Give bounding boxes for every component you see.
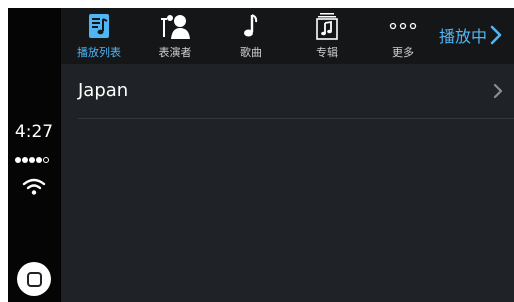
tab-playlists[interactable]: 播放列表 xyxy=(61,8,137,64)
clock-time: 4:27 xyxy=(14,122,54,142)
signal-dot xyxy=(15,157,21,163)
signal-dot xyxy=(29,157,35,163)
wifi-icon xyxy=(22,178,46,195)
tab-label: 更多 xyxy=(392,46,414,59)
status-rail: 4:27 xyxy=(8,8,60,302)
music-app: 播放列表 表演者 歌曲 专辑 更多 播放中 Japan xyxy=(61,8,514,302)
music-note-icon xyxy=(244,14,258,37)
signal-dot xyxy=(36,157,42,163)
list-item-label: Japan xyxy=(78,80,129,101)
signal-dot-empty xyxy=(43,157,49,163)
chevron-right-icon xyxy=(493,84,503,98)
list-divider xyxy=(78,118,514,119)
tab-bar: 播放列表 表演者 歌曲 专辑 更多 播放中 xyxy=(61,8,514,64)
now-playing-label: 播放中 xyxy=(439,27,488,46)
more-icon xyxy=(389,22,417,30)
list-item[interactable]: Japan xyxy=(61,64,514,118)
tab-songs[interactable]: 歌曲 xyxy=(213,8,289,64)
home-button[interactable] xyxy=(17,262,51,296)
signal-dot xyxy=(22,157,28,163)
playlist-icon xyxy=(89,14,109,38)
chevron-right-icon xyxy=(490,25,502,45)
carplay-screen: 4:27 播放列表 表演者 歌曲 专辑 更多 播放中 Japan xyxy=(8,8,514,302)
tab-label: 表演者 xyxy=(158,46,192,59)
album-icon xyxy=(316,13,338,40)
tab-albums[interactable]: 专辑 xyxy=(289,8,365,64)
home-icon xyxy=(27,272,42,287)
tab-label: 专辑 xyxy=(316,46,338,59)
tab-artists[interactable]: 表演者 xyxy=(137,8,213,64)
now-playing-button[interactable]: 播放中 xyxy=(439,21,514,49)
artist-icon xyxy=(161,15,190,39)
signal-strength-indicator xyxy=(15,156,49,164)
tab-label: 播放列表 xyxy=(77,46,121,59)
tab-label: 歌曲 xyxy=(240,46,262,59)
tab-more[interactable]: 更多 xyxy=(365,8,441,64)
